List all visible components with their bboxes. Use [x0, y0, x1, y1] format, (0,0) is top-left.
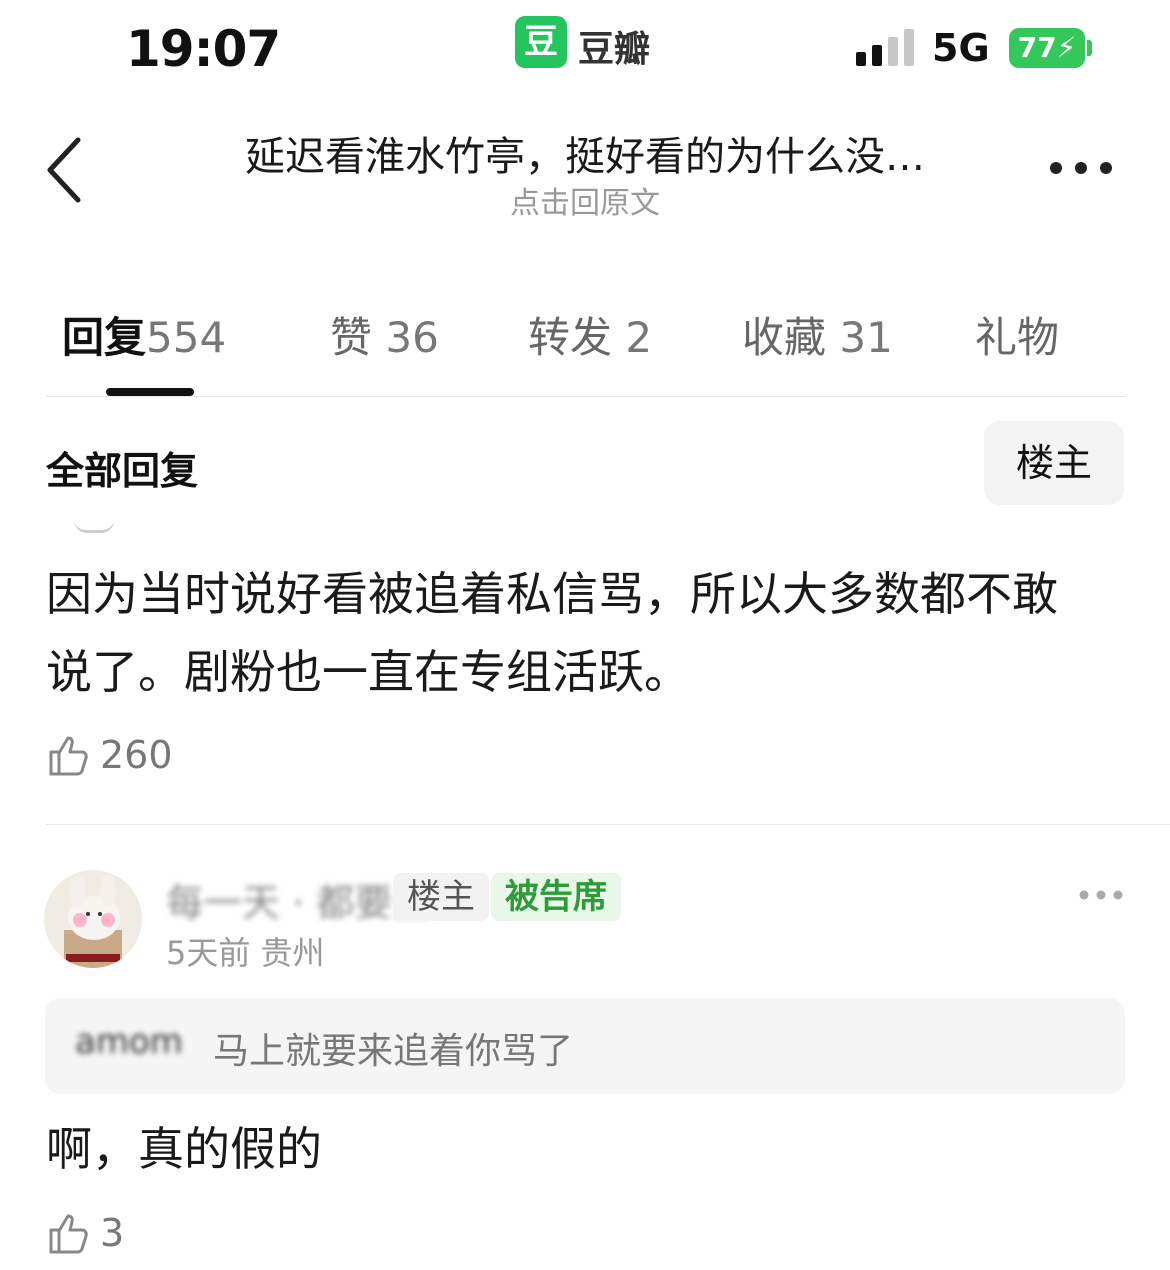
defendant-badge[interactable]: 被告席 — [491, 873, 621, 921]
page-title: 延迟看淮水竹亭，挺好看的为什么没… — [245, 134, 925, 180]
tab-likes[interactable]: 赞 36 — [330, 304, 439, 365]
network-type: 5G — [932, 26, 990, 70]
more-options-icon[interactable] — [1046, 148, 1116, 188]
thumbs-up-icon — [49, 1214, 88, 1254]
active-tab-indicator — [106, 388, 194, 396]
back-to-original-link[interactable]: 点击回原文 — [160, 178, 1010, 222]
tab-count: 554 — [146, 313, 227, 362]
quoted-reply[interactable]: amom 马上就要来追着你骂了 — [45, 998, 1125, 1094]
quoted-username: amom — [75, 1022, 183, 1062]
op-only-button[interactable]: 楼主 — [984, 421, 1124, 505]
tab-label: 收藏 — [742, 313, 827, 362]
tab-label: 赞 — [330, 313, 373, 362]
like-button[interactable]: 3 — [46, 1209, 124, 1257]
battery-tip — [1087, 40, 1092, 56]
like-button[interactable]: 260 — [46, 731, 173, 779]
all-replies-label: 全部回复 — [46, 449, 199, 493]
quoted-text: 马上就要来追着你骂了 — [213, 1031, 574, 1072]
tab-reposts[interactable]: 转发 2 — [528, 304, 652, 365]
app-name: 豆瓣 — [578, 29, 651, 70]
comment-line: 因为当时说好看被追着私信骂，所以大多数都不敢 — [46, 567, 1058, 621]
thumbs-up-icon — [49, 736, 88, 776]
back-arrow-icon[interactable] — [42, 134, 90, 206]
divider — [46, 824, 1170, 825]
tab-count: 2 — [625, 313, 653, 362]
comment-text: 啊，真的假的 — [46, 1122, 322, 1176]
collapsed-avatar-edge — [74, 520, 114, 533]
battery-icon: 77⚡ — [1009, 28, 1085, 68]
tab-replies[interactable]: 回复554 — [62, 304, 226, 365]
comment-line: 说了。剧粉也一直在专组活跃。 — [46, 645, 690, 699]
tab-label: 转发 — [528, 313, 613, 362]
battery-level: 77 — [1017, 31, 1057, 64]
tab-favorites[interactable]: 收藏 31 — [742, 304, 893, 365]
tab-gifts[interactable]: 礼物 — [975, 304, 1059, 365]
op-badge: 楼主 — [393, 873, 489, 921]
tab-label: 礼物 — [975, 313, 1060, 362]
comment-text: 因为当时说好看被追着私信骂，所以大多数都不敢 说了。剧粉也一直在专组活跃。 — [46, 555, 1136, 711]
like-count: 260 — [100, 733, 173, 777]
signal-strength-icon — [856, 29, 914, 66]
divider — [46, 396, 1126, 397]
tab-count: 36 — [385, 313, 439, 362]
douban-logo-icon: 豆 — [515, 16, 567, 68]
username[interactable]: 每一天 · 都要全 — [166, 872, 430, 927]
tab-label: 回复 — [62, 313, 147, 362]
tab-count: 31 — [839, 313, 893, 362]
status-time: 19:07 — [126, 20, 281, 78]
more-options-icon[interactable] — [1078, 886, 1124, 904]
comment-meta: 5天前 贵州 — [166, 934, 325, 972]
like-count: 3 — [100, 1211, 125, 1255]
avatar[interactable] — [44, 870, 142, 968]
